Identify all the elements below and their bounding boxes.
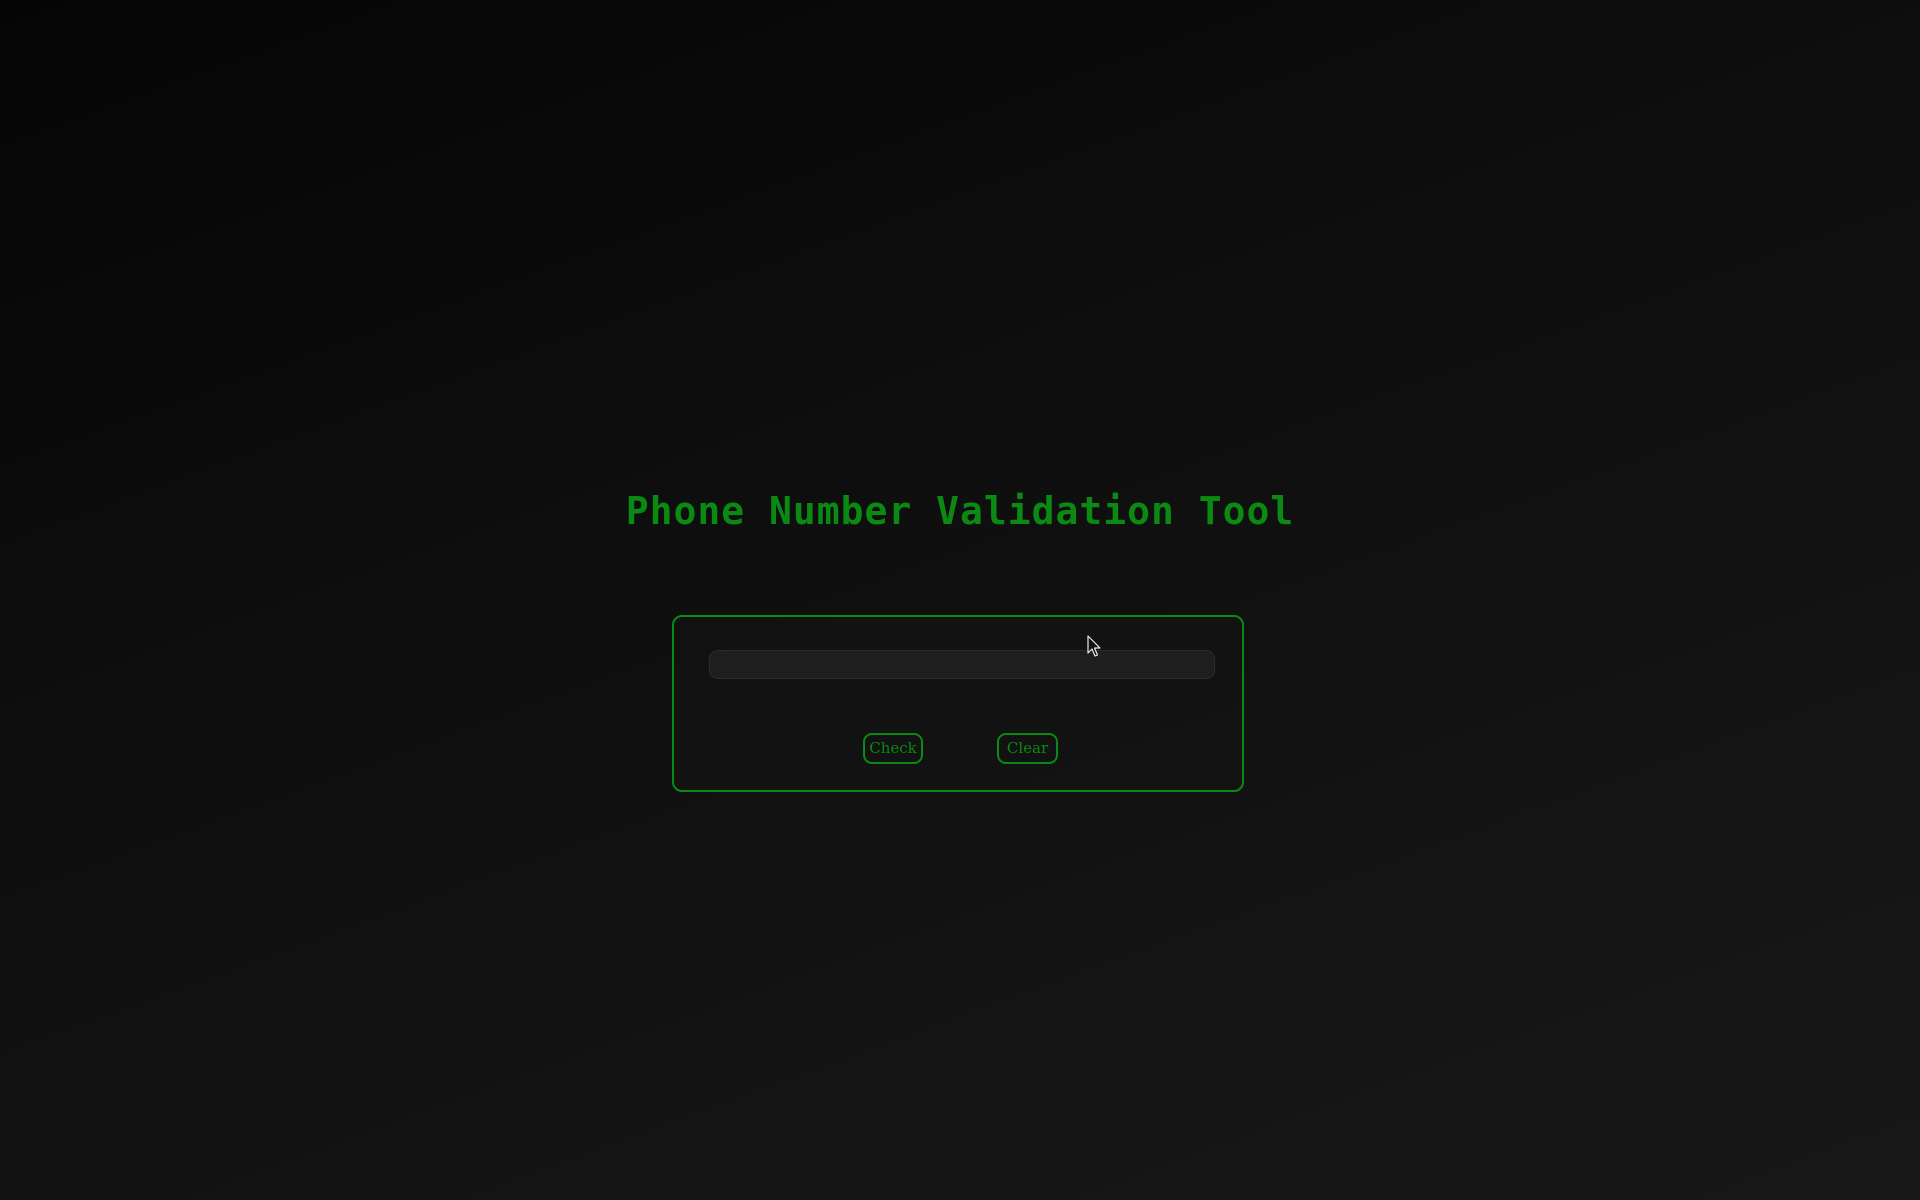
page-title: Phone Number Validation Tool	[625, 489, 1295, 533]
clear-button[interactable]: Clear	[997, 733, 1058, 764]
app-window: Phone Number Validation Tool Check Clear	[0, 0, 1920, 1200]
validation-panel: Check Clear	[672, 615, 1244, 792]
check-button[interactable]: Check	[863, 733, 923, 764]
phone-number-input[interactable]	[709, 650, 1215, 679]
